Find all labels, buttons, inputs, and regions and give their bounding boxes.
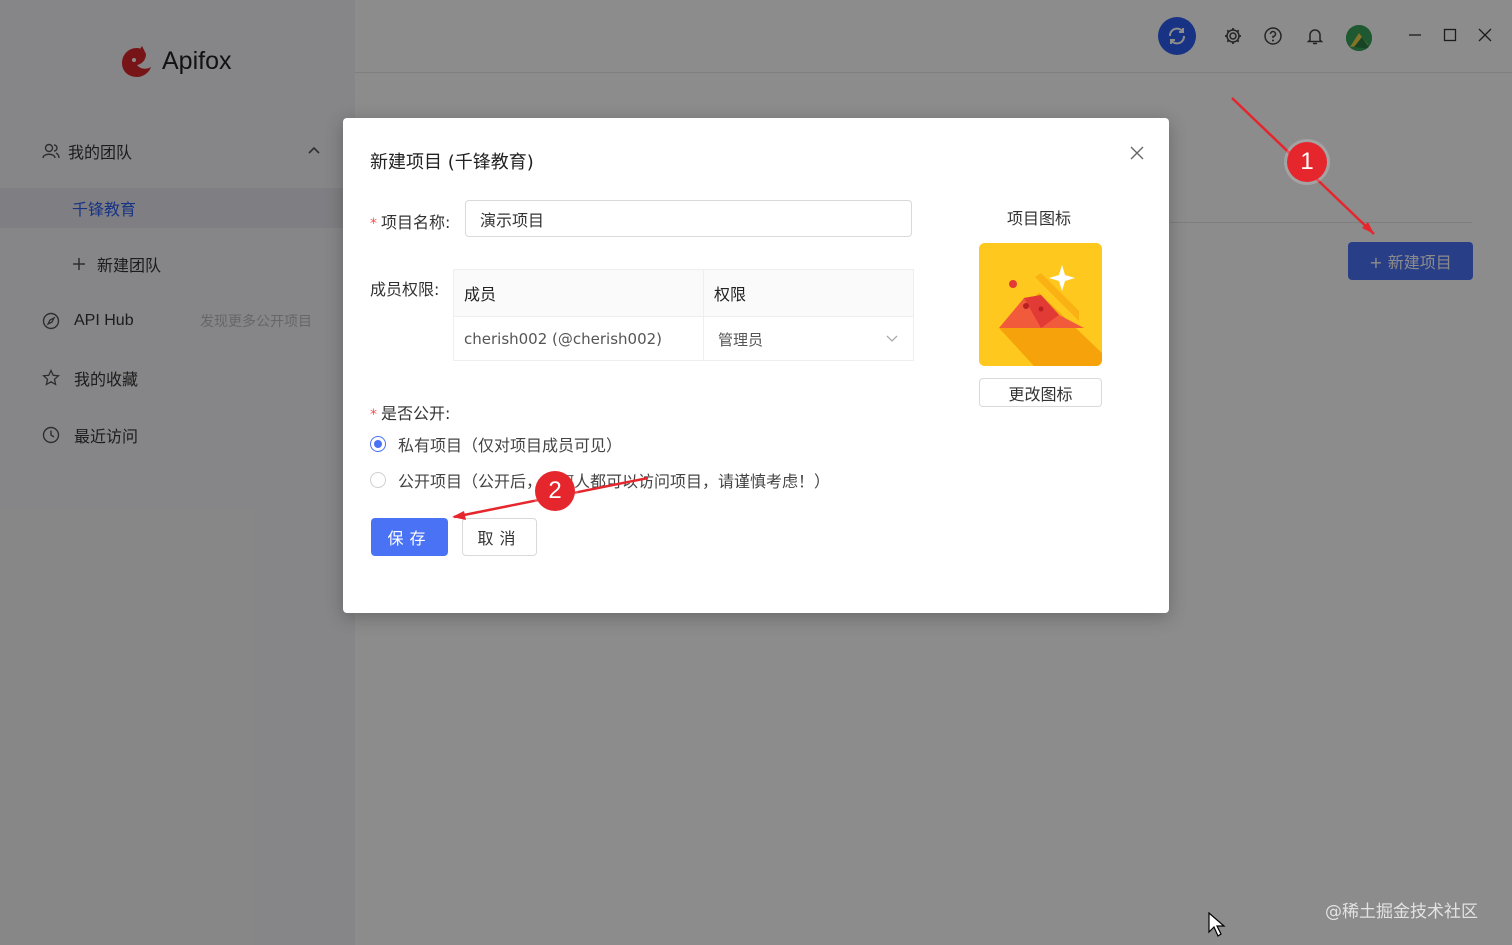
member-cell: cherish002 (@cherish002) (454, 317, 704, 361)
annotation-badge-1: 1 (1287, 142, 1327, 182)
role-select[interactable]: 管理员 (704, 317, 913, 361)
radio-label: 公开项目（公开后，任何人都可以访问项目，请谨慎考虑！） (398, 472, 831, 491)
role-value: 管理员 (718, 330, 764, 349)
member-permission-table: 成员 权限 cherish002 (@cherish002) 管理员 (453, 269, 914, 361)
required-mark: * (370, 216, 377, 232)
members-label: 成员权限: (370, 280, 440, 299)
radio-public[interactable]: 公开项目（公开后，任何人都可以访问项目，请谨慎考虑！） (370, 468, 830, 492)
public-label: * 是否公开: (370, 404, 451, 423)
new-project-dialog: 新建项目 (千锋教育) *项目名称: 成员权限: 成员 权限 cherish00… (343, 118, 1169, 613)
radio-button[interactable] (370, 436, 386, 452)
mouse-cursor-icon (1208, 912, 1226, 937)
column-header-role: 权限 (714, 285, 747, 304)
save-button[interactable]: 保存 (371, 518, 448, 556)
table-header: 成员 权限 (454, 270, 913, 317)
required-mark: * (370, 407, 377, 423)
radio-button[interactable] (370, 472, 386, 488)
dialog-title: 新建项目 (千锋教育) (370, 152, 534, 173)
project-icon-image (979, 243, 1102, 366)
chevron-down-icon (885, 331, 899, 349)
column-header-member: 成员 (454, 270, 704, 316)
table-row: cherish002 (@cherish002) 管理员 (454, 317, 913, 361)
close-icon[interactable] (1126, 142, 1148, 164)
radio-label: 私有项目（仅对项目成员可见） (398, 436, 623, 455)
radio-private[interactable]: 私有项目（仅对项目成员可见） (370, 432, 622, 456)
project-name-input[interactable] (465, 200, 912, 237)
change-icon-button[interactable]: 更改图标 (979, 378, 1102, 407)
project-name-label: * 项目名称: (370, 213, 451, 232)
annotation-badge-2: 2 (535, 471, 575, 511)
cancel-button[interactable]: 取消 (462, 518, 537, 556)
project-icon-label: 项目图标 (1007, 209, 1072, 228)
watermark: @稀土掘金技术社区 (1325, 902, 1478, 922)
